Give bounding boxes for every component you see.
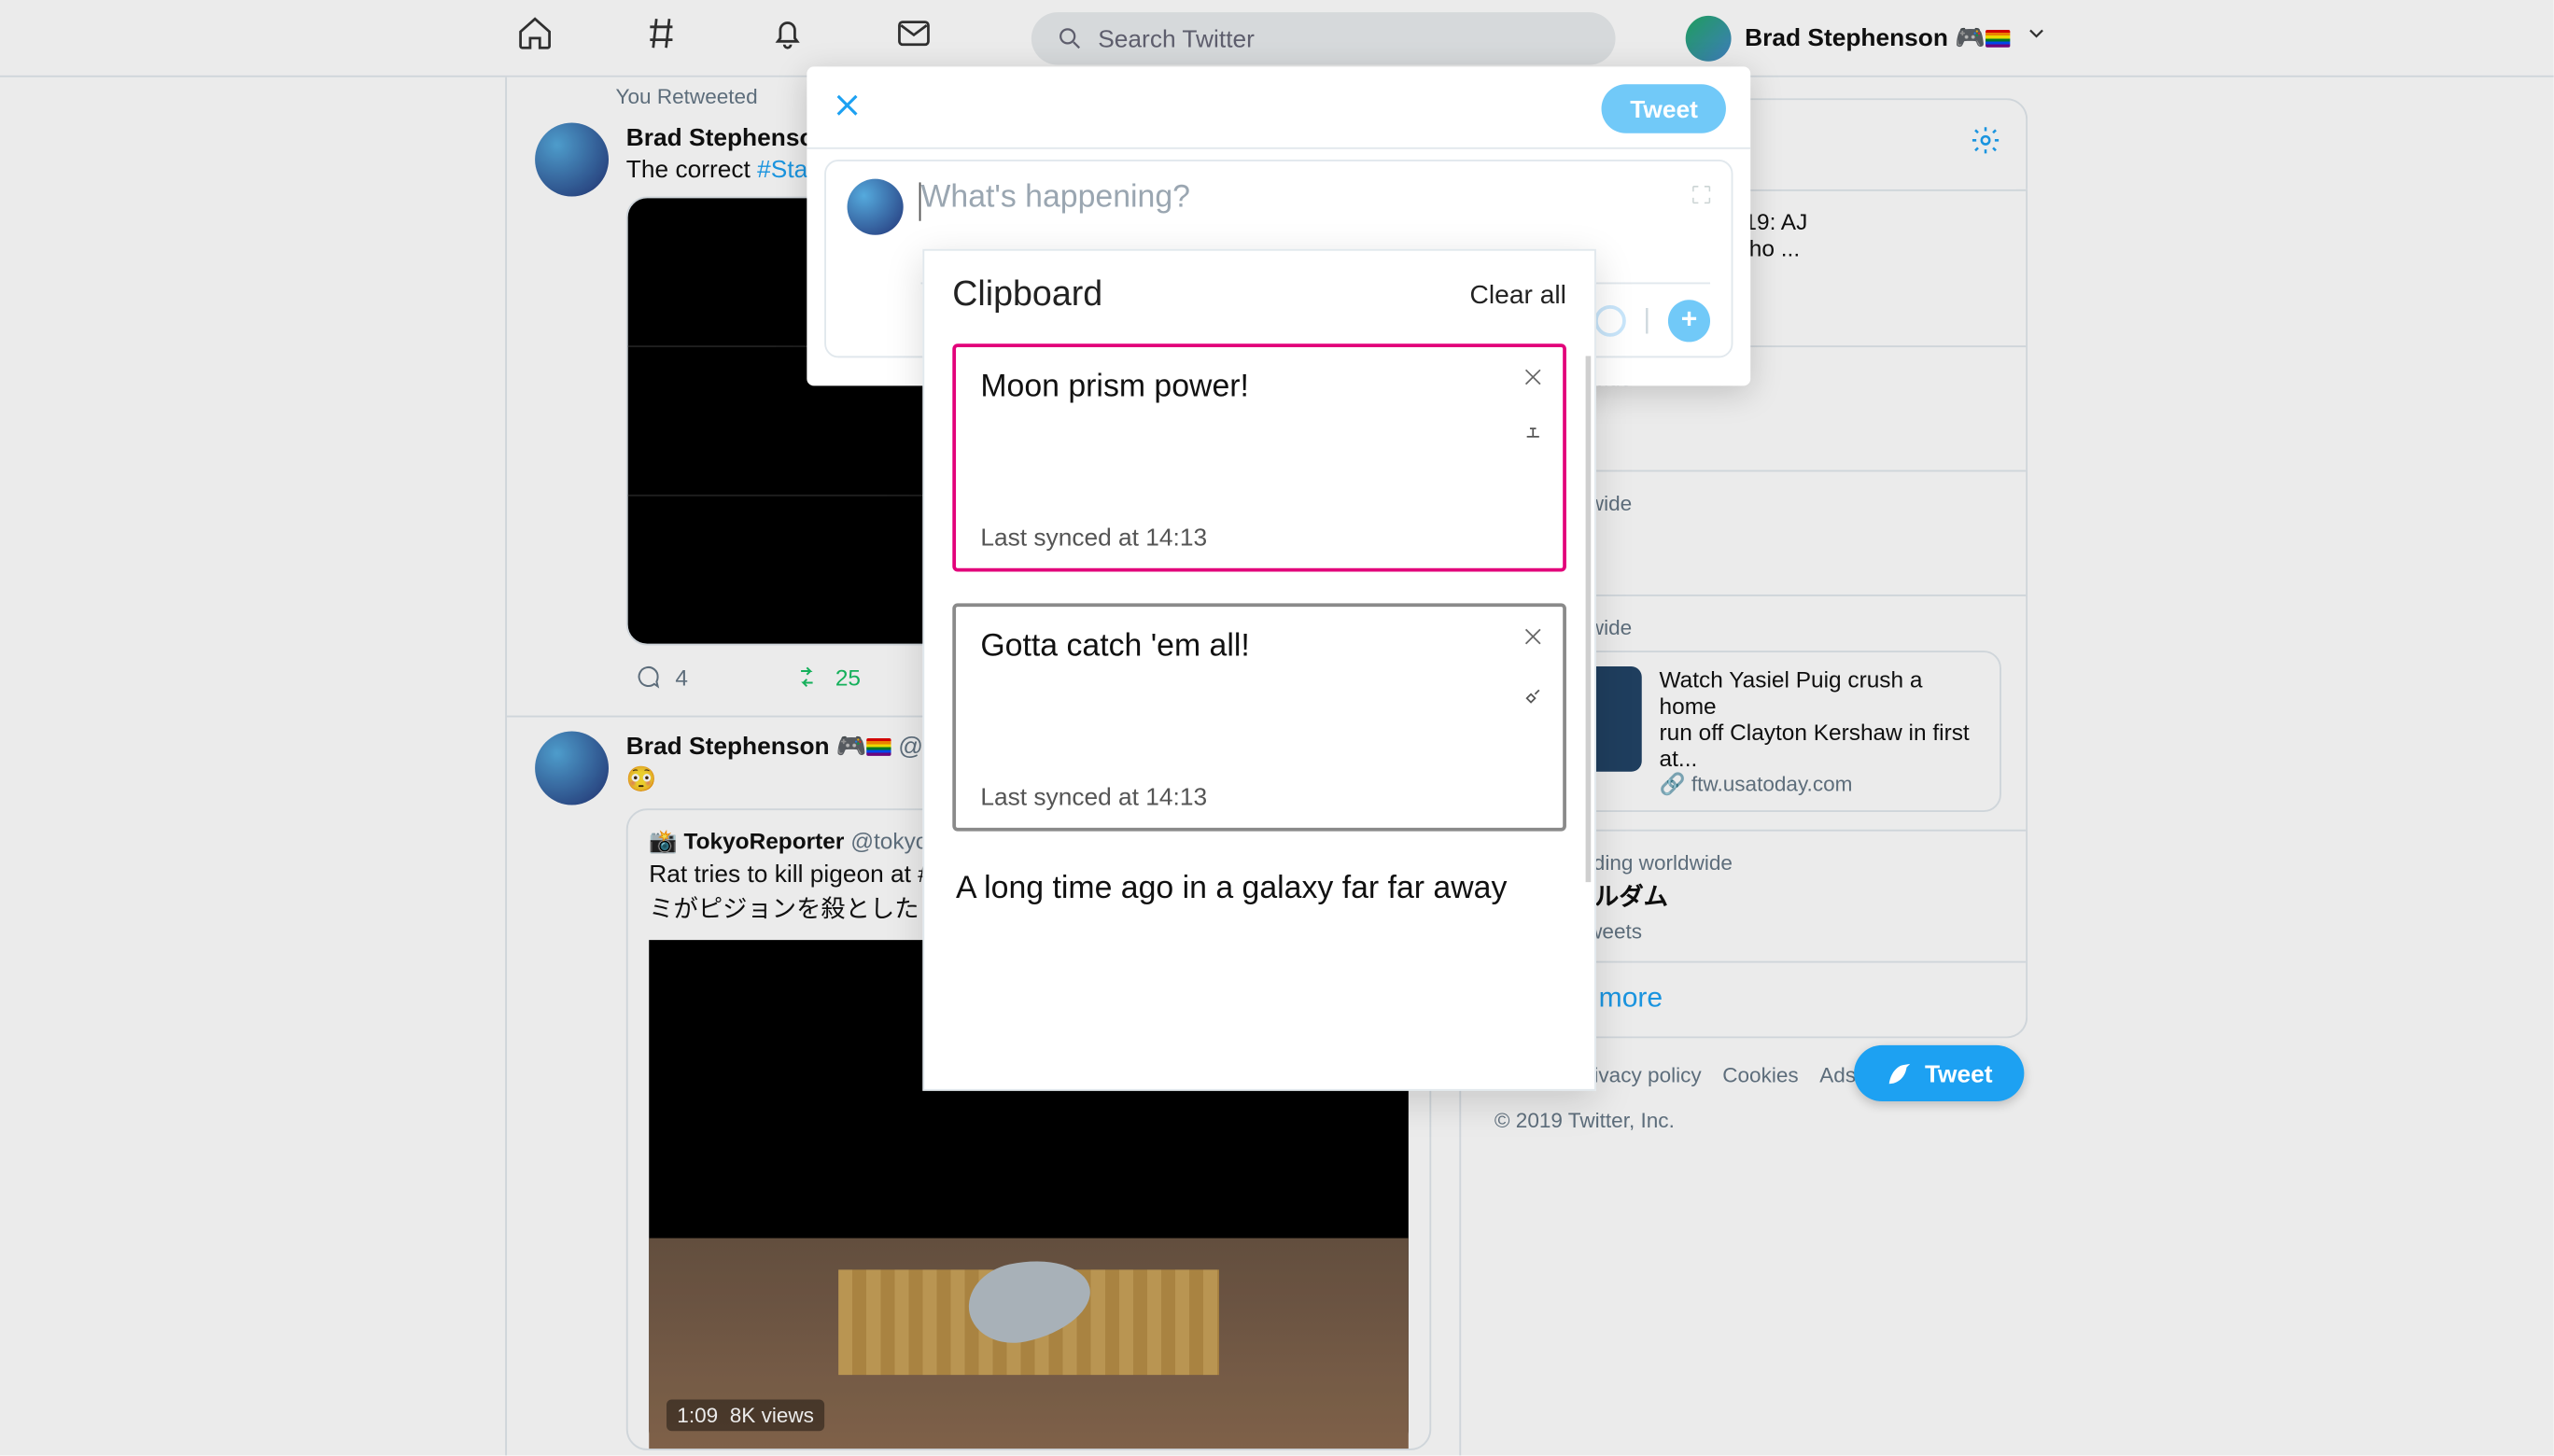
clipboard-item[interactable]: Moon prism power! Last synced at 14:13 [952,343,1566,571]
bell-icon[interactable] [768,14,807,62]
add-thread-button[interactable]: + [1668,299,1710,341]
compose-input[interactable]: What's happening? [920,179,1710,216]
expand-icon[interactable] [1686,179,1718,216]
char-count-ring [1594,304,1626,336]
reply-button[interactable]: 4 [633,663,688,691]
pin-icon[interactable] [1521,684,1545,718]
avatar [848,179,904,235]
delete-icon[interactable] [1521,365,1545,399]
clipboard-clear-all[interactable]: Clear all [1470,281,1566,311]
mail-icon[interactable] [894,14,933,62]
rainbow-flag-icon [867,738,891,756]
hash-icon[interactable] [642,14,681,62]
clipboard-title: Clipboard [952,275,1102,315]
chevron-down-icon [2024,21,2048,55]
delete-icon[interactable] [1521,624,1545,658]
author-name[interactable]: Brad Stephenson 🎮 [626,732,891,760]
tweet-submit-button[interactable]: Tweet [1602,84,1726,133]
clipboard-item-text: Gotta catch 'em all! [980,628,1541,665]
footer-link[interactable]: Cookies [1722,1063,1798,1087]
clipboard-item[interactable]: Gotta catch 'em all! Last synced at 14:1… [952,603,1566,831]
pin-icon[interactable] [1521,425,1545,458]
clipboard-item-sync: Last synced at 14:13 [980,782,1207,810]
search-input[interactable]: Search Twitter [1031,11,1615,63]
clipboard-panel: Clipboard Clear all Moon prism power! La… [922,249,1596,1091]
clipboard-item-text: Moon prism power! [980,369,1541,405]
tweet-fab[interactable]: Tweet [1855,1045,2025,1101]
top-nav: Search Twitter Brad Stephenson 🎮 [0,0,2554,77]
avatar [1685,15,1731,61]
search-placeholder: Search Twitter [1098,23,1255,51]
camera-icon: 📸 [649,828,683,854]
nav-icons [505,14,982,62]
author-name[interactable]: Brad Stephenson [626,123,830,151]
feather-icon [1887,1059,1915,1087]
account-menu[interactable]: Brad Stephenson 🎮 [1685,15,2048,61]
account-name: Brad Stephenson 🎮 [1745,22,1986,50]
retweet-button[interactable]: 25 [793,663,861,691]
clipboard-item-overflow[interactable]: A long time ago in a galaxy far far away [952,862,1566,913]
video-meta: 1:09 8K views [667,1399,824,1431]
avatar[interactable] [535,123,609,197]
avatar[interactable] [535,732,609,805]
scrollbar[interactable] [1586,356,1592,882]
copyright: © 2019 Twitter, Inc. [1495,1109,2028,1133]
rainbow-flag-icon [1986,30,2010,48]
gear-icon[interactable] [1970,124,2001,164]
search-icon [1056,23,1084,51]
clipboard-item-sync: Last synced at 14:13 [980,523,1207,551]
close-button[interactable] [832,89,863,129]
home-icon[interactable] [515,14,554,62]
